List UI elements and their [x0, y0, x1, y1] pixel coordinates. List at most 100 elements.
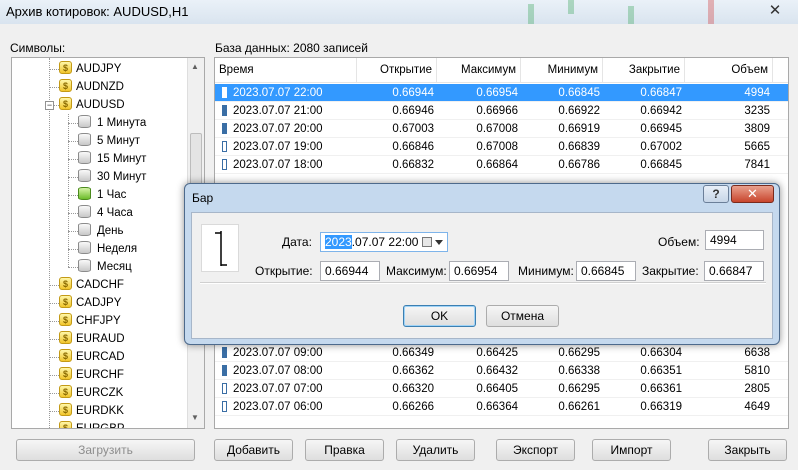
cell-vol: 4994 [744, 87, 770, 99]
cell-high: 0.66864 [476, 159, 518, 171]
currency-coin-icon [59, 95, 72, 113]
tree-connector [68, 114, 69, 267]
cell-vol: 3809 [744, 123, 770, 135]
cell-vol: 3235 [744, 105, 770, 117]
database-icon [78, 223, 91, 236]
tree-connector [49, 339, 59, 340]
tree-item-symbol[interactable]: EURDKK [59, 401, 124, 420]
ok-button[interactable]: OK [403, 305, 476, 327]
tree-item-period[interactable]: 15 Минут [78, 150, 146, 168]
chevron-down-icon[interactable] [435, 240, 443, 245]
col-high[interactable]: Максимум [437, 58, 521, 83]
database-icon [78, 115, 91, 128]
col-volume[interactable]: Объем [685, 58, 773, 83]
cell-time-text: 2023.07.07 09:00 [233, 347, 323, 359]
window-title: Архив котировок: AUDUSD,H1 [6, 4, 189, 19]
tree-item-label: 30 Минут [97, 171, 147, 183]
tree-connector [49, 393, 59, 394]
title-bar[interactable]: Архив котировок: AUDUSD,H1 ✕ [0, 0, 798, 24]
close-button[interactable]: Закрыть [708, 439, 787, 461]
load-button[interactable]: Загрузить [16, 439, 195, 461]
cell-open: 0.66832 [392, 159, 434, 171]
cell-open: 0.66320 [392, 383, 434, 395]
add-button[interactable]: Добавить [214, 439, 293, 461]
dialog-close-button[interactable]: ✕ [731, 185, 774, 203]
dialog-help-button[interactable]: ? [703, 185, 729, 203]
tree-item-symbol[interactable]: CADCHF [59, 275, 124, 294]
tree-item-period[interactable]: 5 Минут [78, 132, 140, 150]
import-button[interactable]: Импорт [592, 439, 671, 461]
table-row[interactable]: 2023.07.07 08:00 0.66362 0.66432 0.66338 0.6… [215, 362, 788, 380]
high-input[interactable]: 0.66954 [449, 261, 509, 281]
tree-item-symbol[interactable]: EURCHF [59, 365, 124, 384]
delete-button[interactable]: Удалить [396, 439, 475, 461]
calendar-icon[interactable] [422, 237, 432, 247]
edit-button[interactable]: Правка [305, 439, 384, 461]
scroll-down-icon[interactable]: ▼ [191, 413, 199, 422]
col-close[interactable]: Закрытие [603, 58, 685, 83]
symbol-tree[interactable]: ▲ ▼ AUDJPY AUDNZD AUDUSD − 1 Минута 5 Минут 15… [11, 57, 205, 429]
tree-item-period[interactable]: День [78, 222, 124, 240]
tree-connector [68, 195, 78, 196]
table-row[interactable]: 2023.07.07 20:00 0.67003 0.67008 0.66919 0.6… [215, 120, 788, 138]
cell-low: 0.66919 [558, 123, 600, 135]
cell-time-text: 2023.07.07 07:00 [233, 383, 323, 395]
tree-item-period[interactable]: 4 Часа [78, 204, 133, 222]
table-row[interactable]: 2023.07.07 19:00 0.66846 0.67008 0.66839 0.6… [215, 138, 788, 156]
tree-item-label: EURGBP [76, 423, 125, 429]
cell-open: 0.66846 [392, 141, 434, 153]
tree-item-symbol[interactable]: CHFJPY [59, 311, 121, 330]
col-low[interactable]: Минимум [521, 58, 603, 83]
database-icon [78, 187, 91, 200]
tree-item-symbol[interactable]: AUDNZD [59, 77, 124, 96]
tree-item-symbol[interactable]: CADJPY [59, 293, 121, 312]
cancel-button[interactable]: Отмена [486, 305, 559, 327]
tree-item-symbol[interactable]: EURAUD [59, 329, 125, 348]
tree-item-period[interactable]: 1 Час [78, 186, 126, 204]
table-row[interactable]: 2023.07.07 09:00 0.66349 0.66425 0.66295 0.6… [215, 344, 788, 362]
table-row[interactable]: 2023.07.07 22:00 0.66944 0.66954 0.66845 0.6… [215, 84, 788, 102]
tree-item-label: AUDUSD [76, 99, 125, 111]
table-row[interactable]: 2023.07.07 06:00 0.66266 0.66364 0.66261 0.6… [215, 398, 788, 416]
scroll-up-icon[interactable]: ▲ [191, 62, 199, 71]
date-label: Дата: [282, 235, 312, 249]
bar-dialog: Бар ? ✕ Дата: 2023.07.07 22:00 Объем: 49… [184, 183, 780, 345]
cell-vol: 2805 [744, 383, 770, 395]
table-row[interactable]: 2023.07.07 07:00 0.66320 0.66405 0.66295 0.6… [215, 380, 788, 398]
tree-item-period[interactable]: 30 Минут [78, 168, 146, 186]
volume-input[interactable]: 4994 [705, 230, 764, 250]
tree-item-label: CHFJPY [76, 315, 121, 327]
cell-high: 0.66405 [476, 383, 518, 395]
col-open[interactable]: Открытие [357, 58, 437, 83]
tree-item-period[interactable]: Месяц [78, 258, 132, 276]
close-price-input[interactable]: 0.66847 [704, 261, 764, 281]
tree-connector [49, 87, 59, 88]
bar-candle-icon [222, 365, 227, 376]
col-time[interactable]: Время [215, 58, 357, 83]
database-icon [78, 133, 91, 146]
open-input[interactable]: 0.66944 [320, 261, 380, 281]
date-input[interactable]: 2023.07.07 22:00 [320, 232, 448, 252]
tree-item-period[interactable]: 1 Минута [78, 114, 146, 132]
tree-connector [68, 213, 78, 214]
cell-time-text: 2023.07.07 08:00 [233, 365, 323, 377]
tree-connector [68, 123, 78, 124]
export-button[interactable]: Экспорт [496, 439, 575, 461]
table-header: Время Открытие Максимум Минимум Закрытие… [215, 58, 788, 83]
tree-item-period[interactable]: Неделя [78, 240, 137, 258]
table-row[interactable]: 2023.07.07 18:00 0.66832 0.66864 0.66786 0.6… [215, 156, 788, 174]
collapse-toggle-icon[interactable]: − [45, 101, 54, 110]
cell-time: 2023.07.07 08:00 [215, 362, 357, 380]
table-row[interactable]: 2023.07.07 21:00 0.66946 0.66966 0.66922 0.6… [215, 102, 788, 120]
tree-item-symbol[interactable]: AUDUSD [59, 95, 125, 114]
tree-item-symbol[interactable]: EURCAD [59, 347, 125, 366]
tree-item-symbol[interactable]: EURGBP [59, 419, 125, 429]
tree-item-symbol[interactable]: AUDJPY [59, 59, 121, 78]
tree-item-symbol[interactable]: EURCZK [59, 383, 123, 402]
low-input[interactable]: 0.66845 [576, 261, 636, 281]
cell-open: 0.66944 [392, 87, 434, 99]
cell-low: 0.66295 [558, 347, 600, 359]
window-close-button[interactable]: ✕ [766, 2, 784, 20]
low-label: Минимум: [518, 264, 574, 278]
close-price-label: Закрытие: [642, 264, 699, 278]
